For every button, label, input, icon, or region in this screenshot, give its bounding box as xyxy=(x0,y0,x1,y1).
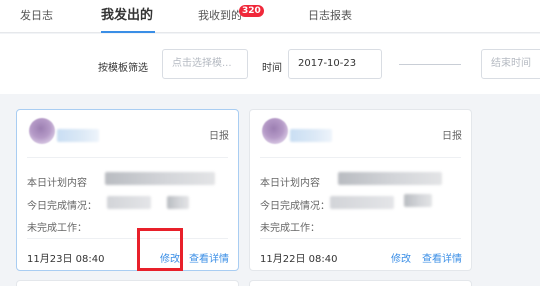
template-select[interactable]: 点击选择模... xyxy=(162,49,248,79)
plan-content-blurred xyxy=(338,172,442,185)
end-date-input[interactable]: 结束时间 xyxy=(481,49,540,79)
log-time: 11月23日 08:40 xyxy=(27,254,105,265)
template-filter-label: 按模板筛选 xyxy=(98,63,148,74)
tab-bar: 发日志 我发出的 我收到的 320 日志报表 xyxy=(0,0,540,33)
completion-label: 今日完成情况： xyxy=(260,201,330,212)
view-detail-link[interactable]: 查看详情 xyxy=(422,250,462,265)
completion-blurred xyxy=(404,194,432,207)
view-detail-link[interactable]: 查看详情 xyxy=(189,250,229,265)
log-time: 11月22日 08:40 xyxy=(260,254,338,265)
highlight-annotation-box xyxy=(137,228,183,271)
time-label: 时间 xyxy=(262,63,282,74)
log-card[interactable]: 日报 本日计划内容 今日完成情况： 未完成工作： 11月22日 08:40 修改… xyxy=(249,109,472,271)
filter-bar: 按模板筛选 点击选择模... 时间 2017-10-23 结束时间 xyxy=(0,34,540,94)
card-divider xyxy=(260,157,461,158)
avatar xyxy=(29,118,55,144)
unread-count-badge: 320 xyxy=(239,5,264,17)
date-range-separator xyxy=(399,64,461,65)
tab-write-log[interactable]: 发日志 xyxy=(20,0,53,33)
log-type-tag: 日报 xyxy=(209,131,229,142)
author-name-blurred xyxy=(57,129,99,142)
log-card[interactable]: 日报 本日计划内容 今日完成情况： 未完成工作： 11月23日 08:40 修改… xyxy=(16,109,239,271)
card-divider xyxy=(27,157,228,158)
active-tab-indicator xyxy=(101,31,155,33)
completion-label: 今日完成情况： xyxy=(27,201,97,212)
tab-sent[interactable]: 我发出的 xyxy=(101,0,153,33)
tab-received[interactable]: 我收到的 xyxy=(198,0,242,33)
log-card[interactable] xyxy=(16,280,239,286)
plan-content-blurred xyxy=(105,172,215,185)
log-type-tag: 日报 xyxy=(442,131,462,142)
plan-content-label: 本日计划内容 xyxy=(260,178,320,189)
completion-blurred xyxy=(330,196,394,209)
start-date-input[interactable]: 2017-10-23 xyxy=(288,49,382,79)
edit-link[interactable]: 修改 xyxy=(391,250,411,265)
completion-blurred xyxy=(107,196,151,209)
unfinished-label: 未完成工作： xyxy=(27,223,87,234)
completion-blurred xyxy=(167,196,189,209)
tab-log-report[interactable]: 日志报表 xyxy=(308,0,352,33)
plan-content-label: 本日计划内容 xyxy=(27,178,87,189)
card-divider xyxy=(260,238,461,239)
log-card[interactable] xyxy=(249,280,472,286)
avatar xyxy=(262,118,288,144)
card-divider xyxy=(27,238,228,239)
author-name-blurred xyxy=(290,129,332,142)
unfinished-label: 未完成工作： xyxy=(260,223,320,234)
